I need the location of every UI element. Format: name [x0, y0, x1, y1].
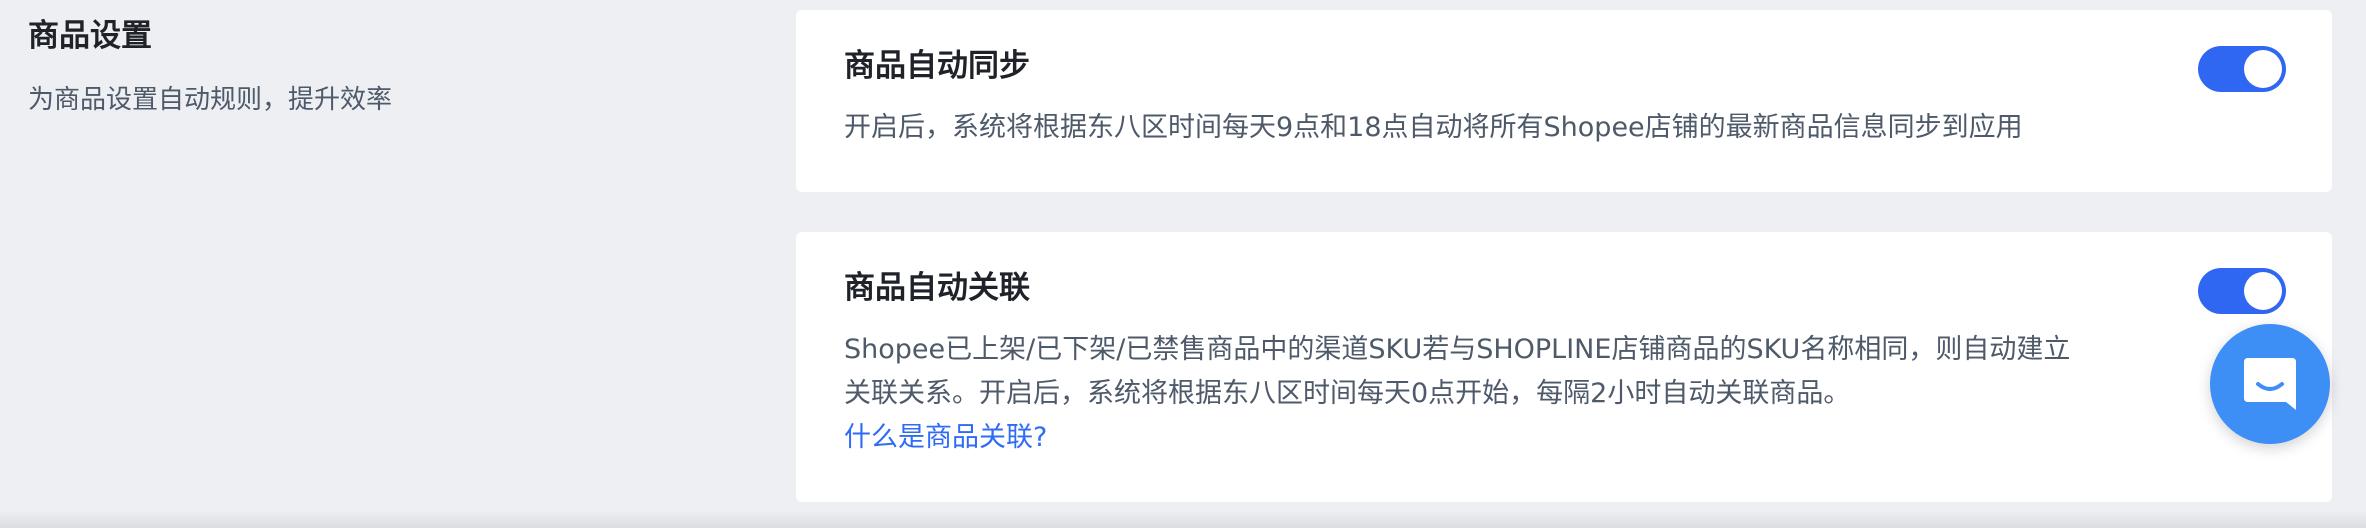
card-description-auto-link: Shopee已上架/已下架/已禁售商品中的渠道SKU若与SHOPLINE店铺商品… [844, 334, 2071, 409]
card-title-auto-link: 商品自动关联 [844, 270, 1030, 306]
card-title-auto-sync: 商品自动同步 [844, 48, 1030, 84]
setting-card-auto-sync: 商品自动同步 开启后，系统将根据东八区时间每天9点和18点自动将所有Shopee… [796, 10, 2332, 192]
what-is-product-link-link[interactable]: 什么是商品关联? [844, 416, 2084, 460]
chat-bubble-smile-icon [2244, 358, 2296, 410]
section-title: 商品设置 [28, 18, 152, 54]
setting-card-auto-link: 商品自动关联 Shopee已上架/已下架/已禁售商品中的渠道SKU若与SHOPL… [796, 232, 2332, 502]
toggle-knob [2244, 272, 2282, 310]
card-description-auto-sync: 开启后，系统将根据东八区时间每天9点和18点自动将所有Shopee店铺的最新商品… [844, 112, 2023, 143]
settings-section-header: 商品设置 为商品设置自动规则，提升效率 [28, 14, 728, 118]
toggle-knob [2244, 50, 2282, 88]
auto-sync-toggle[interactable] [2198, 46, 2286, 92]
section-description: 为商品设置自动规则，提升效率 [28, 85, 393, 115]
card-description-auto-link-wrapper: Shopee已上架/已下架/已禁售商品中的渠道SKU若与SHOPLINE店铺商品… [844, 328, 2084, 460]
bottom-shadow [0, 510, 2366, 528]
chat-support-button[interactable] [2210, 324, 2330, 444]
auto-link-toggle[interactable] [2198, 268, 2286, 314]
